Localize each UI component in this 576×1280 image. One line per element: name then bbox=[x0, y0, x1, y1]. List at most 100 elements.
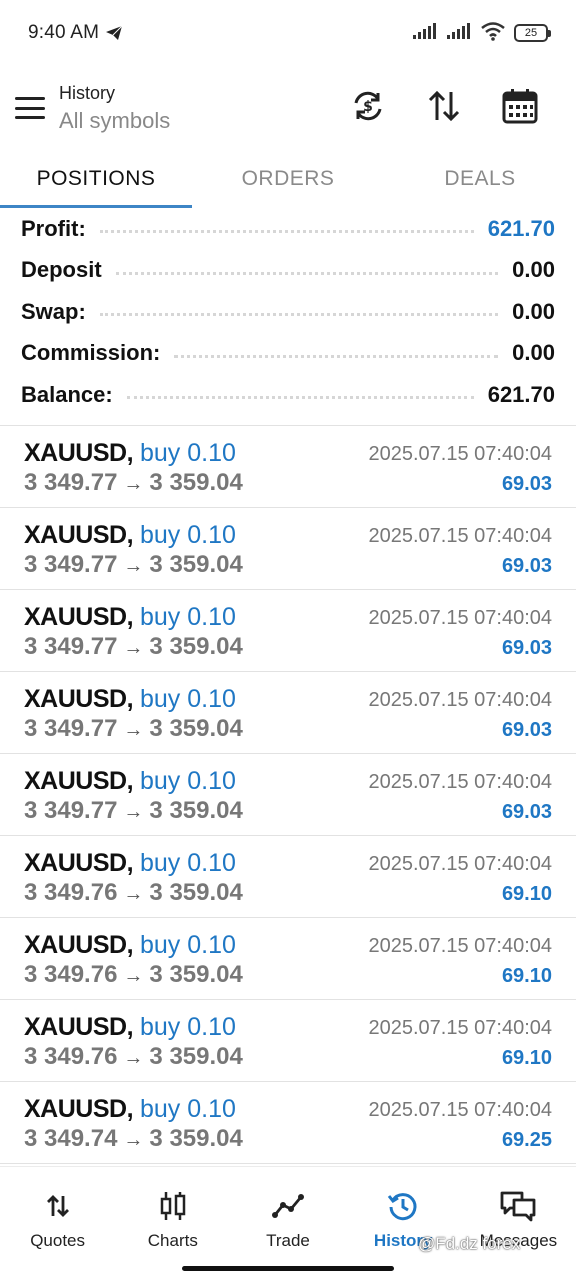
close-price: 3 359.04 bbox=[149, 1043, 243, 1070]
deal-type: buy 0.10 bbox=[139, 603, 236, 631]
symbol-filter: All symbols bbox=[59, 107, 171, 133]
summary-label: Profit: bbox=[21, 215, 86, 241]
summary-value: 621.70 bbox=[487, 381, 555, 407]
deal-symbol: XAUUSD, bbox=[24, 685, 134, 713]
close-price: 3 359.04 bbox=[149, 879, 243, 906]
menu-icon[interactable] bbox=[15, 97, 45, 119]
open-price: 3 349.76 bbox=[24, 879, 118, 906]
dot-leader bbox=[99, 313, 499, 317]
deal-type: buy 0.10 bbox=[139, 521, 236, 549]
header-titles[interactable]: History All symbols bbox=[59, 83, 170, 134]
calendar-button[interactable] bbox=[482, 78, 558, 138]
calendar-icon bbox=[502, 88, 538, 129]
list-item[interactable]: XAUUSD, buy 0.10 3 349.74 → 3 359.04 2025.… bbox=[0, 1082, 576, 1164]
trade-icon bbox=[272, 1189, 304, 1223]
summary-row-swap: Swap: 0.00 bbox=[0, 291, 576, 333]
deal-type: buy 0.10 bbox=[139, 439, 236, 467]
close-price: 3 359.04 bbox=[149, 469, 243, 496]
deal-time: 2025.07.15 07:40:04 bbox=[368, 607, 552, 629]
arrow-right-icon: → bbox=[123, 555, 144, 577]
deal-time: 2025.07.15 07:40:04 bbox=[368, 1099, 552, 1121]
deal-time: 2025.07.15 07:40:04 bbox=[368, 689, 552, 711]
summary-label: Commission: bbox=[21, 340, 161, 366]
summary-label: Swap: bbox=[21, 298, 86, 324]
deal-profit: 69.03 bbox=[501, 801, 552, 823]
close-price: 3 359.04 bbox=[149, 551, 243, 578]
deal-type: buy 0.10 bbox=[139, 1013, 236, 1041]
deal-time: 2025.07.15 07:40:04 bbox=[368, 853, 552, 875]
deal-type: buy 0.10 bbox=[139, 1095, 236, 1123]
nav-history[interactable]: History bbox=[346, 1167, 461, 1280]
list-item[interactable]: XAUUSD, buy 0.10 3 349.76 → 3 359.04 2025.… bbox=[0, 918, 576, 1000]
nav-trade[interactable]: Trade bbox=[230, 1167, 345, 1280]
currency-refresh-button[interactable]: $ bbox=[330, 78, 406, 138]
summary-row-commission: Commission: 0.00 bbox=[0, 333, 576, 375]
nav-charts[interactable]: Charts bbox=[115, 1167, 230, 1280]
close-price: 3 359.04 bbox=[149, 633, 243, 660]
deal-profit: 69.10 bbox=[501, 883, 552, 905]
list-item[interactable]: XAUUSD, buy 0.10 3 349.76 → 3 359.04 2025.… bbox=[0, 836, 576, 918]
open-price: 3 349.77 bbox=[24, 551, 118, 578]
history-icon bbox=[387, 1189, 419, 1223]
charts-icon bbox=[159, 1189, 187, 1223]
list-item[interactable]: XAUUSD, buy 0.10 3 349.77 → 3 359.04 2025.… bbox=[0, 426, 576, 508]
signal-icon bbox=[412, 22, 438, 44]
deal-time: 2025.07.15 07:40:04 bbox=[368, 1017, 552, 1039]
deal-type: buy 0.10 bbox=[139, 767, 236, 795]
signal-icon-2 bbox=[446, 22, 472, 44]
summary-value: 0.00 bbox=[512, 298, 555, 324]
dot-leader bbox=[126, 396, 474, 400]
tab-orders[interactable]: ORDERS bbox=[192, 150, 384, 208]
status-bar: 9:40 AM 25 bbox=[0, 0, 576, 66]
list-item[interactable]: XAUUSD, buy 0.10 3 349.77 → 3 359.04 2025.… bbox=[0, 590, 576, 672]
summary-row-deposit: Deposit 0.00 bbox=[0, 250, 576, 292]
summary-value: 0.00 bbox=[512, 340, 555, 366]
quotes-icon bbox=[45, 1189, 71, 1223]
arrow-right-icon: → bbox=[123, 1129, 144, 1151]
deal-type: buy 0.10 bbox=[139, 685, 236, 713]
deal-profit: 69.03 bbox=[501, 555, 552, 577]
list-item[interactable]: XAUUSD, buy 0.10 3 349.77 → 3 359.04 2025.… bbox=[0, 672, 576, 754]
deal-profit: 69.03 bbox=[501, 637, 552, 659]
nav-label: Trade bbox=[266, 1231, 310, 1250]
summary-label: Balance: bbox=[21, 381, 113, 407]
currency-refresh-icon: $ bbox=[351, 89, 385, 128]
dot-leader bbox=[99, 230, 474, 234]
tab-deals[interactable]: DEALS bbox=[384, 150, 576, 208]
dot-leader bbox=[115, 271, 499, 275]
tab-positions[interactable]: POSITIONS bbox=[0, 150, 192, 208]
list-item[interactable]: XAUUSD, buy 0.10 3 349.77 → 3 359.04 2025.… bbox=[0, 754, 576, 836]
nav-messages[interactable]: Messages bbox=[461, 1167, 576, 1280]
close-price: 3 359.04 bbox=[149, 715, 243, 742]
battery-icon: 25 bbox=[514, 24, 551, 42]
telegram-send-icon bbox=[105, 25, 123, 41]
dot-leader bbox=[174, 354, 499, 358]
watermark: @Fd.dz forex bbox=[418, 1234, 521, 1253]
deal-symbol: XAUUSD, bbox=[24, 931, 134, 959]
status-time: 9:40 AM bbox=[28, 22, 100, 43]
list-item[interactable]: XAUUSD, buy 0.10 3 349.77 → 3 359.04 2025.… bbox=[0, 508, 576, 590]
open-price: 3 349.77 bbox=[24, 797, 118, 824]
arrow-right-icon: → bbox=[123, 801, 144, 823]
deal-time: 2025.07.15 07:40:04 bbox=[368, 771, 552, 793]
app-header: History All symbols $ bbox=[0, 66, 576, 150]
list-item[interactable]: XAUUSD, buy 0.10 3 349.76 → 3 359.04 2025.… bbox=[0, 1000, 576, 1082]
arrow-right-icon: → bbox=[123, 1047, 144, 1069]
arrow-right-icon: → bbox=[123, 637, 144, 659]
positions-list: XAUUSD, buy 0.10 3 349.77 → 3 359.04 2025.… bbox=[0, 425, 576, 1164]
summary-row-balance: Balance: 621.70 bbox=[0, 374, 576, 416]
deal-type: buy 0.10 bbox=[139, 849, 236, 877]
page-title: History bbox=[59, 82, 116, 103]
gesture-bar[interactable] bbox=[182, 1266, 394, 1271]
deal-symbol: XAUUSD, bbox=[24, 439, 134, 467]
deal-symbol: XAUUSD, bbox=[24, 1095, 134, 1123]
deal-profit: 69.03 bbox=[501, 719, 552, 741]
sort-button[interactable] bbox=[406, 78, 482, 138]
deal-symbol: XAUUSD, bbox=[24, 1013, 134, 1041]
deal-symbol: XAUUSD, bbox=[24, 521, 134, 549]
nav-quotes[interactable]: Quotes bbox=[0, 1167, 115, 1280]
nav-label: Charts bbox=[147, 1231, 198, 1250]
arrow-right-icon: → bbox=[123, 473, 144, 495]
svg-text:$: $ bbox=[363, 99, 373, 115]
open-price: 3 349.77 bbox=[24, 715, 118, 742]
